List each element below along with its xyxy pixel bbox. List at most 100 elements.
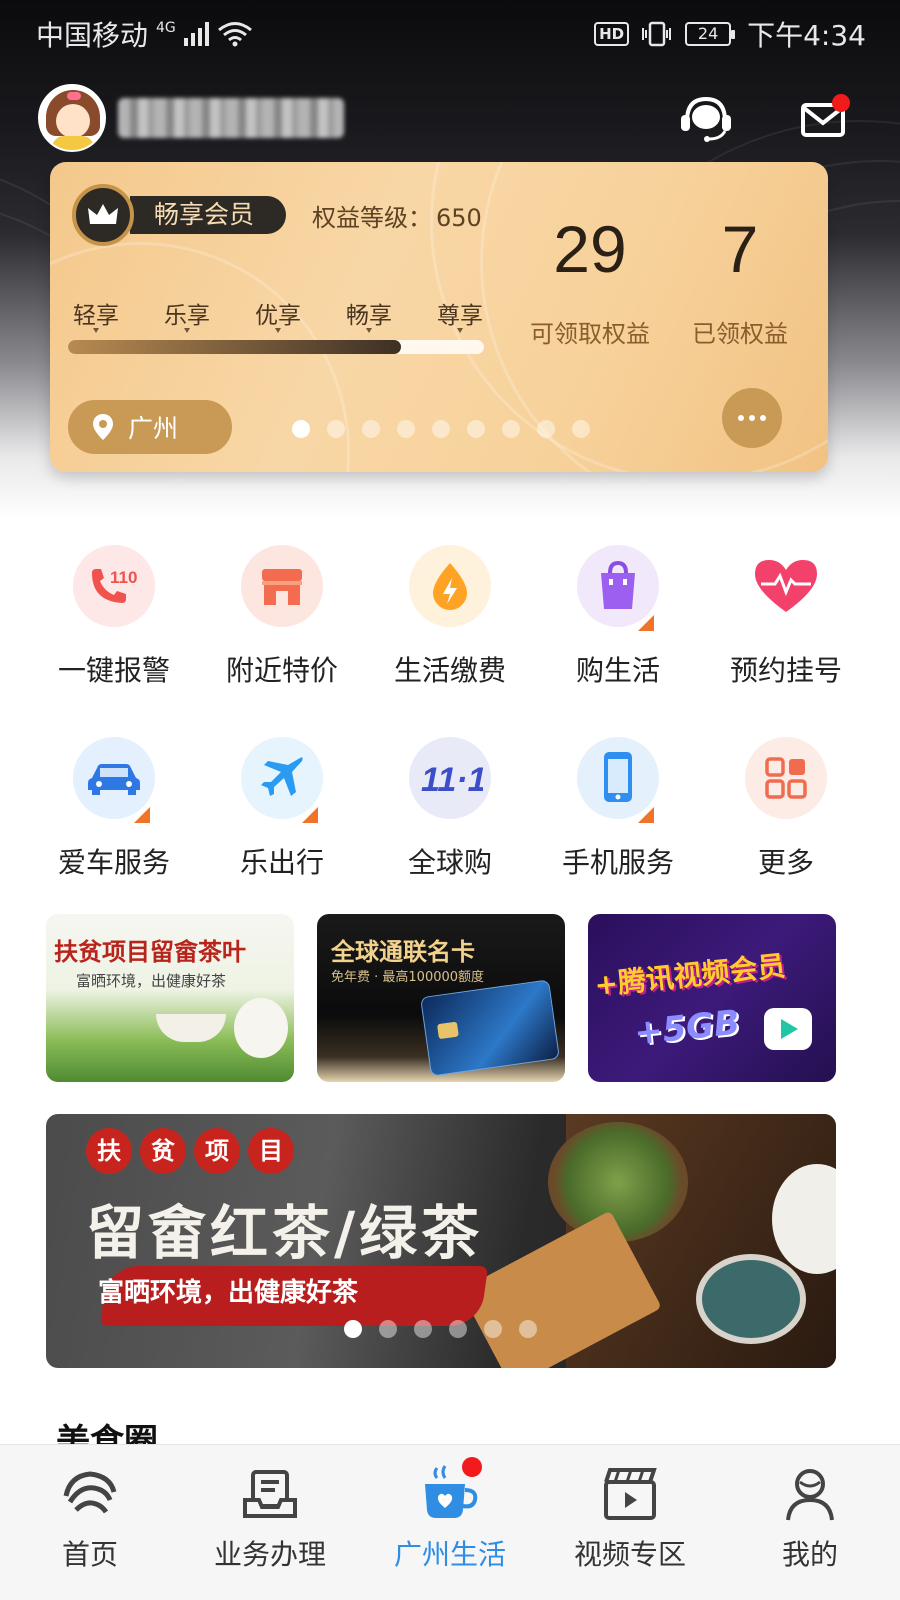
service-nearby-deals[interactable]: 附近特价 <box>198 545 366 737</box>
service-grid: 110 一键报警 附近特价 生活缴费 购生活 预约挂号 爱车服务 乐出行 11·… <box>30 545 870 929</box>
pager-dot[interactable] <box>484 1320 502 1338</box>
hd-voice-badge: HD <box>594 22 630 46</box>
service-label: 更多 <box>757 846 814 879</box>
pager-dot[interactable] <box>397 420 415 438</box>
location-pin-icon <box>93 414 113 440</box>
tier-progress-fill <box>68 340 401 354</box>
banner-global-card[interactable]: 全球通联名卡 免年费 · 最高100000额度 <box>317 914 565 1082</box>
battery-icon: 24 <box>685 22 736 46</box>
service-label: 爱车服务 <box>57 846 170 879</box>
notification-dot <box>462 1457 482 1477</box>
store-icon <box>241 545 323 627</box>
banner-title: 全球通联名卡 <box>331 938 475 966</box>
banner-subtitle: 富晒环境，出健康好茶 <box>76 972 227 990</box>
vibrate-icon <box>642 21 672 47</box>
claimed-count: 7 <box>721 212 759 286</box>
network-type: 4G <box>156 20 176 36</box>
hero-pager[interactable] <box>344 1320 537 1338</box>
project-tags: 扶贫项目 <box>86 1128 302 1174</box>
available-count: 29 <box>553 212 627 286</box>
banner-title: +腾讯视频会员 <box>592 949 787 1002</box>
pager-dot[interactable] <box>362 420 380 438</box>
person-icon <box>720 1459 900 1529</box>
more-options-button[interactable] <box>722 388 782 448</box>
service-label: 一键报警 <box>57 654 170 687</box>
corner-badge <box>638 615 654 631</box>
messages-button[interactable] <box>794 92 854 144</box>
service-more[interactable]: 更多 <box>702 737 870 929</box>
pager-dot[interactable] <box>449 1320 467 1338</box>
corner-badge <box>134 807 150 823</box>
unread-badge <box>832 94 850 112</box>
bottom-tab-bar: 首页 业务办理 广州生活 视频专区 我的 <box>0 1444 900 1600</box>
video-clapper-icon <box>540 1459 720 1529</box>
teacup-image <box>156 1014 226 1042</box>
tag-char: 扶 <box>86 1128 132 1174</box>
pager-dot[interactable] <box>502 420 520 438</box>
service-phone[interactable]: 手机服务 <box>534 737 702 929</box>
claimed-label: 已领权益 <box>692 320 788 348</box>
banner-tencent-video[interactable]: +腾讯视频会员 +5GB <box>588 914 836 1082</box>
pager-dot[interactable] <box>292 420 310 438</box>
service-car[interactable]: 爱车服务 <box>30 737 198 929</box>
pager-dot[interactable] <box>432 420 450 438</box>
teacup-image <box>696 1254 806 1344</box>
banner-subtitle: 免年费 · 最高100000额度 <box>331 970 485 985</box>
grid-more-icon <box>745 737 827 819</box>
card-pager[interactable] <box>292 420 590 438</box>
service-emergency-alarm[interactable]: 110 一键报警 <box>30 545 198 737</box>
double-eleven-icon: 11·11 <box>409 737 491 819</box>
china-mobile-logo-icon <box>0 1459 180 1529</box>
credit-card-image <box>420 979 560 1077</box>
pager-dot[interactable] <box>414 1320 432 1338</box>
tab-business[interactable]: 业务办理 <box>180 1445 360 1600</box>
service-travel[interactable]: 乐出行 <box>198 737 366 929</box>
pager-dot[interactable] <box>379 1320 397 1338</box>
service-label: 乐出行 <box>239 846 324 879</box>
service-shop-life[interactable]: 购生活 <box>534 545 702 737</box>
tier-progress-bar <box>68 340 484 354</box>
service-hospital-appointment[interactable]: 预约挂号 <box>702 545 870 737</box>
pager-dot[interactable] <box>537 420 555 438</box>
pager-dot[interactable] <box>467 420 485 438</box>
heartbeat-icon <box>745 545 827 627</box>
svg-text:110: 110 <box>110 568 137 587</box>
coffee-cup-icon <box>360 1457 540 1529</box>
pager-dot[interactable] <box>572 420 590 438</box>
claimed-benefits[interactable]: 7 已领权益 <box>670 214 810 349</box>
svg-text:11·11: 11·11 <box>421 761 483 799</box>
tab-label: 视频专区 <box>573 1538 686 1571</box>
status-bar: 中国移动 4G HD 24 下午4:34 <box>0 0 900 60</box>
tab-video[interactable]: 视频专区 <box>540 1445 720 1600</box>
pager-dot[interactable] <box>519 1320 537 1338</box>
tag-char: 目 <box>248 1128 294 1174</box>
service-label: 预约挂号 <box>729 654 842 687</box>
tag-char: 贫 <box>140 1128 186 1174</box>
tab-guangzhou-life[interactable]: 广州生活 <box>360 1445 540 1600</box>
alarm-phone-icon: 110 <box>73 545 155 627</box>
avatar[interactable] <box>38 84 106 152</box>
next-section-title: 美食圈 <box>56 1422 158 1444</box>
available-benefits[interactable]: 29 可领取权益 <box>506 214 674 349</box>
clock: 下午4:34 <box>747 19 866 52</box>
location-selector[interactable]: 广州 <box>68 400 232 454</box>
tab-label: 广州生活 <box>393 1538 506 1571</box>
service-utility-payment[interactable]: 生活缴费 <box>366 545 534 737</box>
tab-home[interactable]: 首页 <box>0 1445 180 1600</box>
member-card[interactable]: 畅享会员 权益等级： 650 轻享 乐享 优享 畅享 尊享 29 可领取权益 7 … <box>50 162 828 472</box>
pager-dot[interactable] <box>327 420 345 438</box>
service-global-shopping[interactable]: 11·11 全球购 <box>366 737 534 929</box>
signal-icon <box>183 22 209 46</box>
tab-mine[interactable]: 我的 <box>720 1445 900 1600</box>
tier-label: 乐享 <box>159 296 215 333</box>
play-icon <box>764 1008 812 1050</box>
green-tea-bowl-image <box>548 1122 688 1242</box>
banner-title: 扶贫项目留畲茶叶 <box>54 937 246 966</box>
banner-tea-poverty-alleviation[interactable]: 扶贫项目留畲茶叶 富晒环境，出健康好茶 <box>46 914 294 1082</box>
inbox-tray-icon <box>180 1459 360 1529</box>
hero-banner-tea[interactable]: 扶贫项目 留畲红茶/绿茶 富晒环境，出健康好茶 <box>46 1114 836 1368</box>
tab-label: 业务办理 <box>213 1538 326 1571</box>
customer-service-button[interactable] <box>676 92 736 144</box>
hero-slogan: 富晒环境，出健康好茶 <box>98 1278 359 1308</box>
pager-dot[interactable] <box>344 1320 362 1338</box>
